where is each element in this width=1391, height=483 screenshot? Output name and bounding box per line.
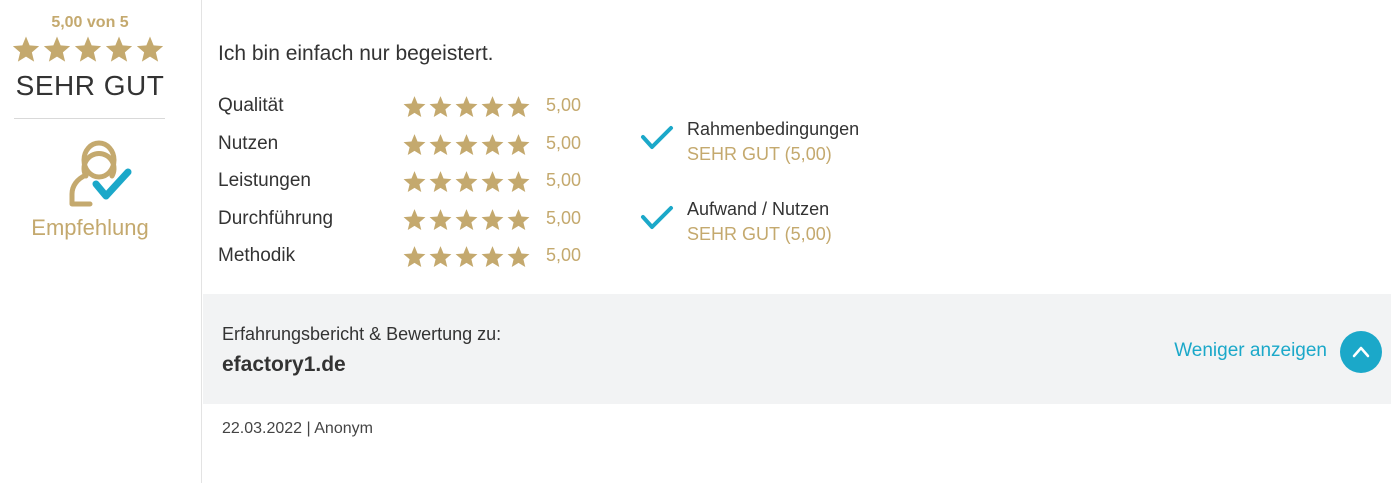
star-icon — [403, 171, 426, 193]
criteria-star-rating — [402, 244, 531, 269]
sidebar-divider — [14, 118, 165, 119]
criteria-score: 5,00 — [546, 208, 582, 228]
star-icon — [507, 96, 530, 118]
star-icon — [507, 134, 530, 156]
criteria-label: Leistungen — [218, 170, 311, 191]
criteria-score: 5,00 — [546, 245, 582, 265]
criteria-label: Nutzen — [218, 133, 279, 154]
rating-summary-sidebar: 5,00 von 5 SEHR GUT Empfehlung — [0, 0, 202, 483]
extra-rating-title: Rahmenbedingungen — [687, 119, 860, 139]
review-headline: Ich bin einfach nur begeistert. — [218, 42, 494, 65]
extra-rating-title: Aufwand / Nutzen — [687, 199, 830, 219]
criteria-label: Qualität — [218, 95, 284, 116]
star-icon — [429, 209, 452, 231]
star-icon — [429, 246, 452, 268]
star-icon — [481, 246, 504, 268]
criteria-score: 5,00 — [546, 170, 582, 190]
recommendation-label: Empfehlung — [31, 215, 149, 240]
checkmark-icon — [640, 205, 674, 231]
star-icon — [403, 246, 426, 268]
criteria-row-methodik: Methodik 5,00 — [218, 240, 598, 270]
star-icon — [429, 134, 452, 156]
criteria-label: Methodik — [218, 245, 296, 266]
star-icon — [455, 209, 478, 231]
star-icon — [455, 96, 478, 118]
star-icon — [507, 209, 530, 231]
criteria-row-nutzen: Nutzen 5,00 — [218, 128, 598, 158]
criteria-row-leistungen: Leistungen 5,00 — [218, 165, 598, 195]
star-icon — [74, 36, 102, 62]
overall-score-text: 5,00 von 5 — [51, 14, 129, 31]
collapse-button[interactable] — [1340, 331, 1382, 373]
extra-rating-grade: SEHR GUT (5,00) — [687, 224, 832, 244]
star-icon — [455, 134, 478, 156]
overall-star-rating — [11, 34, 165, 64]
star-icon — [136, 36, 164, 62]
person-check-icon — [62, 134, 138, 210]
company-name: efactory1.de — [222, 353, 346, 376]
show-less-link[interactable]: Weniger anzeigen — [1174, 340, 1327, 362]
star-icon — [507, 171, 530, 193]
criteria-row-durchfuehrung: Durchführung 5,00 — [218, 203, 598, 233]
review-caption: Erfahrungsbericht & Bewertung zu: — [222, 324, 502, 344]
star-icon — [12, 36, 40, 62]
criteria-star-rating — [402, 132, 531, 157]
star-icon — [507, 246, 530, 268]
criteria-row-qualitaet: Qualität 5,00 — [218, 90, 598, 120]
star-icon — [481, 96, 504, 118]
star-icon — [403, 96, 426, 118]
star-icon — [455, 246, 478, 268]
review-info-bar: Erfahrungsbericht & Bewertung zu: efacto… — [203, 294, 1391, 404]
star-icon — [481, 209, 504, 231]
star-icon — [403, 209, 426, 231]
review-date-author: 22.03.2022 | Anonym — [222, 420, 373, 437]
extra-rating-grade: SEHR GUT (5,00) — [687, 144, 832, 164]
criteria-label: Durchführung — [218, 208, 334, 229]
star-icon — [43, 36, 71, 62]
criteria-star-rating — [402, 207, 531, 232]
star-icon — [105, 36, 133, 62]
criteria-star-rating — [402, 94, 531, 119]
star-icon — [403, 134, 426, 156]
star-icon — [429, 96, 452, 118]
star-icon — [455, 171, 478, 193]
overall-grade: SEHR GUT — [15, 70, 165, 101]
criteria-score: 5,00 — [546, 133, 582, 153]
criteria-score: 5,00 — [546, 95, 582, 115]
star-icon — [481, 171, 504, 193]
star-icon — [429, 171, 452, 193]
star-icon — [481, 134, 504, 156]
criteria-star-rating — [402, 169, 531, 194]
checkmark-icon — [640, 125, 674, 151]
chevron-up-icon — [1352, 346, 1370, 358]
